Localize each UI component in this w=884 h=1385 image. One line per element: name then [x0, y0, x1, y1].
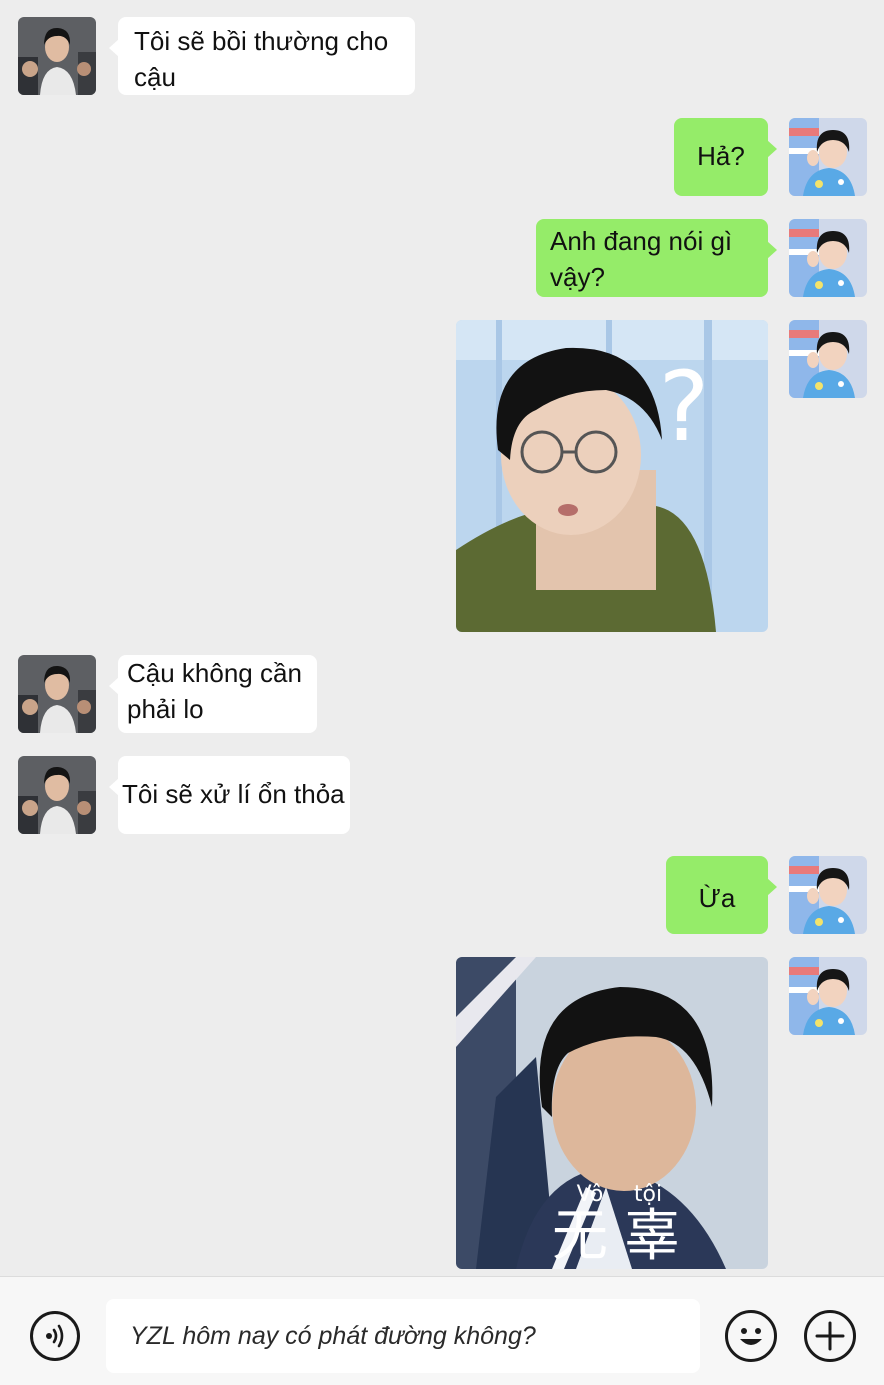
emoji-button[interactable] — [725, 1310, 777, 1362]
my-avatar[interactable] — [789, 957, 867, 1035]
message-text: Cậu không cần phải lo — [127, 658, 302, 724]
voice-icon — [46, 1324, 64, 1348]
voice-button[interactable] — [30, 1311, 80, 1361]
message-text: Tôi sẽ bồi thường cho cậu — [134, 26, 389, 92]
my-avatar[interactable] — [789, 856, 867, 934]
sticker-message[interactable]: Vô tội 无 辜 — [456, 957, 768, 1269]
contact-avatar[interactable] — [18, 756, 96, 834]
message-input[interactable]: YZL hôm nay có phát đường không? — [106, 1299, 700, 1373]
message-text: Tôi sẽ xử lí ổn thỏa — [122, 779, 345, 809]
contact-avatar[interactable] — [18, 655, 96, 733]
my-avatar[interactable] — [789, 219, 867, 297]
message-text: Hả? — [697, 141, 745, 171]
my-avatar-image — [789, 118, 867, 196]
my-avatar[interactable] — [789, 320, 867, 398]
outgoing-message-bubble[interactable]: Ừa — [666, 856, 777, 934]
message-text: Anh đang nói gì vậy? — [550, 226, 733, 292]
sticker-image-confused: ? — [456, 320, 768, 632]
message-text: Ừa — [698, 883, 736, 913]
contact-avatar-image — [18, 655, 96, 733]
message-input-text: YZL hôm nay có phát đường không? — [130, 1322, 536, 1350]
sticker-message[interactable]: ? — [456, 320, 768, 632]
sticker-subtitle-big: 无 — [552, 1204, 608, 1269]
my-avatar[interactable] — [789, 118, 867, 196]
outgoing-message-bubble[interactable]: Hả? — [674, 118, 777, 196]
sticker-question-mark: ? — [659, 351, 710, 463]
emoji-icon — [740, 1328, 762, 1345]
incoming-message-bubble[interactable]: Tôi sẽ xử lí ổn thỏa — [109, 756, 350, 834]
incoming-message-bubble[interactable]: Tôi sẽ bồi thường cho cậu — [109, 17, 415, 95]
my-avatar-image — [789, 320, 867, 398]
my-avatar-image — [789, 957, 867, 1035]
sticker-subtitle-big: 辜 — [624, 1204, 680, 1269]
my-avatar-image — [789, 856, 867, 934]
outgoing-message-bubble[interactable]: Anh đang nói gì vậy? — [536, 219, 777, 297]
chat-area[interactable]: Tôi sẽ bồi thường cho cậu Hả? Anh đang n… — [0, 0, 884, 1276]
contact-avatar-image — [18, 17, 96, 95]
contact-avatar-image — [18, 756, 96, 834]
message-input-bar: YZL hôm nay có phát đường không? — [0, 1276, 884, 1385]
sticker-image-innocent: Vô tội 无 辜 — [456, 957, 768, 1269]
add-button[interactable] — [804, 1310, 856, 1362]
incoming-message-bubble[interactable]: Cậu không cần phải lo — [109, 655, 317, 733]
contact-avatar[interactable] — [18, 17, 96, 95]
plus-icon — [815, 1321, 845, 1351]
my-avatar-image — [789, 219, 867, 297]
